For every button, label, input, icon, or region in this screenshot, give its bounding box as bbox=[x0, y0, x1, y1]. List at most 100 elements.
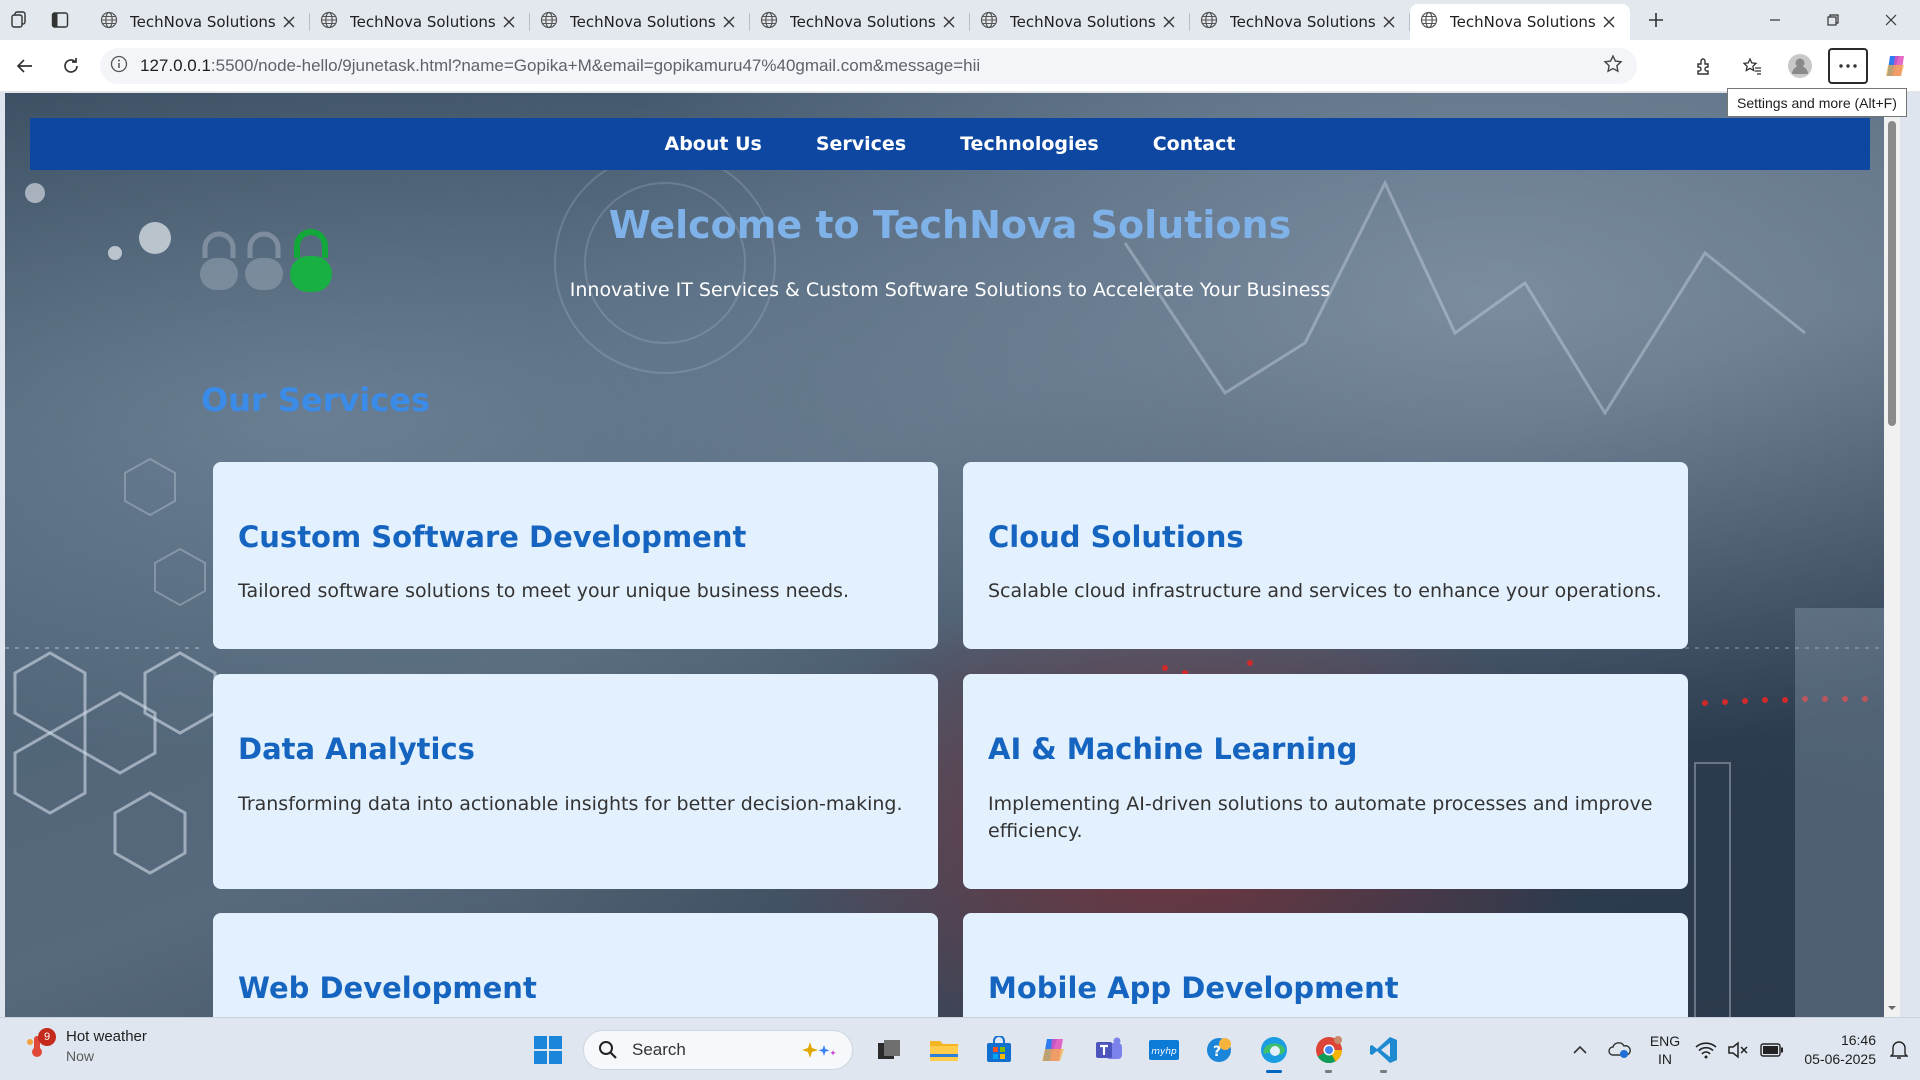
browser-tab[interactable]: TechNova Solutions bbox=[90, 4, 310, 40]
services-section-title: Our Services bbox=[201, 381, 430, 419]
tab-close-icon[interactable] bbox=[278, 11, 300, 33]
copilot-app-icon[interactable] bbox=[1026, 1027, 1081, 1073]
refresh-button[interactable] bbox=[48, 46, 94, 86]
volume-muted-icon[interactable] bbox=[1722, 1030, 1754, 1070]
browser-tab[interactable]: TechNova Solutions bbox=[750, 4, 970, 40]
tab-close-icon[interactable] bbox=[1158, 11, 1180, 33]
search-icon bbox=[599, 1041, 617, 1059]
restore-button[interactable] bbox=[1804, 0, 1862, 40]
new-tab-button[interactable] bbox=[1636, 0, 1676, 40]
tab-title: TechNova Solutions bbox=[350, 13, 496, 31]
workspaces-icon[interactable] bbox=[0, 0, 40, 40]
globe-icon bbox=[540, 11, 558, 33]
tab-close-icon[interactable] bbox=[1378, 11, 1400, 33]
scrollbar-thumb[interactable] bbox=[1888, 121, 1896, 426]
tab-close-icon[interactable] bbox=[1598, 11, 1620, 33]
service-card: AI & Machine Learning Implementing AI-dr… bbox=[963, 674, 1688, 889]
favorite-star-icon[interactable] bbox=[1603, 54, 1623, 78]
nav-technologies[interactable]: Technologies bbox=[960, 133, 1099, 155]
get-help-icon[interactable]: ? bbox=[1191, 1027, 1246, 1073]
service-card-description: Implementing AI-driven solutions to auto… bbox=[988, 793, 1653, 842]
svg-text:myhp: myhp bbox=[1151, 1047, 1177, 1057]
tab-title: TechNova Solutions bbox=[570, 13, 716, 31]
tab-title: TechNova Solutions bbox=[1450, 13, 1596, 31]
service-card-title: Custom Software Development bbox=[238, 520, 747, 554]
minimize-button[interactable] bbox=[1746, 0, 1804, 40]
service-card-description: Transforming data into actionable insigh… bbox=[238, 793, 903, 815]
tab-title: TechNova Solutions bbox=[1230, 13, 1376, 31]
tab-close-icon[interactable] bbox=[498, 11, 520, 33]
notifications-bell-icon[interactable] bbox=[1884, 1030, 1914, 1070]
myhp-icon[interactable]: myhp bbox=[1136, 1027, 1191, 1073]
nav-about-us[interactable]: About Us bbox=[665, 133, 762, 155]
chrome-browser-icon[interactable] bbox=[1301, 1027, 1356, 1073]
tab-close-icon[interactable] bbox=[718, 11, 740, 33]
windows-taskbar: 9 Hot weather Now Search myhp ? ENG IN 1… bbox=[0, 1017, 1920, 1080]
globe-icon bbox=[760, 11, 778, 33]
extensions-icon[interactable] bbox=[1680, 46, 1728, 86]
profile-avatar-icon[interactable] bbox=[1776, 46, 1824, 86]
site-info-icon[interactable] bbox=[110, 55, 128, 77]
onedrive-status-icon[interactable] bbox=[1600, 1030, 1640, 1070]
hero-subtitle: Innovative IT Services & Custom Software… bbox=[569, 279, 1331, 301]
globe-icon bbox=[100, 11, 118, 33]
settings-and-more-button[interactable] bbox=[1828, 48, 1868, 84]
nav-contact[interactable]: Contact bbox=[1153, 133, 1236, 155]
close-window-button[interactable] bbox=[1862, 0, 1920, 40]
browser-tab[interactable]: TechNova Solutions bbox=[970, 4, 1190, 40]
weather-badge: 9 bbox=[38, 1028, 56, 1046]
vscode-icon[interactable] bbox=[1356, 1027, 1411, 1073]
copilot-sparkle-icon bbox=[802, 1042, 836, 1058]
tab-title: TechNova Solutions bbox=[1010, 13, 1156, 31]
wifi-icon[interactable] bbox=[1690, 1030, 1722, 1070]
clock-time: 16:46 bbox=[1840, 1031, 1876, 1048]
main-navigation: About Us Services Technologies Contact bbox=[30, 118, 1870, 170]
teams-icon[interactable] bbox=[1081, 1027, 1136, 1073]
clock-date: 05-06-2025 bbox=[1804, 1050, 1876, 1067]
edge-browser-icon[interactable] bbox=[1246, 1027, 1301, 1073]
nav-services[interactable]: Services bbox=[816, 133, 906, 155]
scroll-down-arrow-icon[interactable] bbox=[1887, 1003, 1897, 1013]
service-card: Mobile App Development bbox=[963, 913, 1688, 1017]
weather-subtitle: Now bbox=[66, 1048, 95, 1064]
search-placeholder: Search bbox=[632, 1040, 686, 1059]
vertical-tabs-icon[interactable] bbox=[40, 0, 80, 40]
page-viewport: About Us Services Technologies Contact W… bbox=[5, 93, 1900, 1017]
start-button[interactable] bbox=[520, 1027, 575, 1073]
service-card-title: Web Development bbox=[238, 971, 537, 1005]
globe-icon bbox=[980, 11, 998, 33]
page-scrollbar[interactable] bbox=[1884, 93, 1900, 1017]
browser-tab[interactable]: TechNova Solutions bbox=[310, 4, 530, 40]
service-card-title: AI & Machine Learning bbox=[988, 732, 1358, 766]
battery-icon[interactable] bbox=[1754, 1030, 1790, 1070]
task-view-icon[interactable] bbox=[861, 1027, 916, 1073]
address-bar[interactable]: 127.0.0.1:5500/node-hello/9junetask.html… bbox=[100, 48, 1637, 84]
service-card-title: Mobile App Development bbox=[988, 971, 1399, 1005]
service-card: Data Analytics Transforming data into ac… bbox=[213, 674, 938, 889]
microsoft-store-icon[interactable] bbox=[971, 1027, 1026, 1073]
service-card-title: Cloud Solutions bbox=[988, 520, 1244, 554]
copilot-icon[interactable] bbox=[1872, 46, 1920, 86]
browser-toolbar: 127.0.0.1:5500/node-hello/9junetask.html… bbox=[0, 40, 1920, 92]
system-clock[interactable]: 16:46 05-06-2025 bbox=[1790, 1031, 1876, 1069]
weather-title: Hot weather bbox=[66, 1028, 147, 1045]
language-indicator[interactable]: ENG IN bbox=[1640, 1032, 1690, 1068]
service-card: Cloud Solutions Scalable cloud infrastru… bbox=[963, 462, 1688, 649]
browser-tab-strip: TechNova Solutions TechNova Solutions Tech… bbox=[0, 0, 1920, 40]
service-card-description: Scalable cloud infrastructure and servic… bbox=[988, 580, 1662, 602]
tab-close-icon[interactable] bbox=[938, 11, 960, 33]
weather-widget[interactable]: 9 Hot weather Now bbox=[24, 1028, 147, 1064]
globe-icon bbox=[1420, 11, 1438, 33]
browser-tab[interactable]: TechNova Solutions bbox=[1190, 4, 1410, 40]
region-code: IN bbox=[1658, 1050, 1672, 1067]
taskbar-search[interactable]: Search bbox=[583, 1030, 853, 1070]
show-hidden-icons-chevron-icon[interactable] bbox=[1560, 1030, 1600, 1070]
browser-tab[interactable]: TechNova Solutions bbox=[530, 4, 750, 40]
back-button[interactable] bbox=[2, 46, 48, 86]
browser-tab[interactable]: TechNova Solutions bbox=[1410, 4, 1630, 40]
file-explorer-icon[interactable] bbox=[916, 1027, 971, 1073]
hero-title: Welcome to TechNova Solutions bbox=[608, 203, 1292, 247]
favorites-icon[interactable] bbox=[1728, 46, 1776, 86]
service-card: Web Development bbox=[213, 913, 938, 1017]
url-text[interactable]: 127.0.0.1:5500/node-hello/9junetask.html… bbox=[140, 56, 1603, 76]
